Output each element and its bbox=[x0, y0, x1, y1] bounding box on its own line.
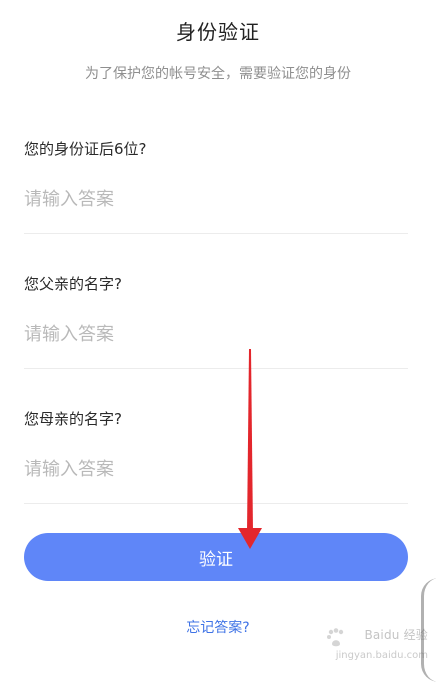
divider bbox=[24, 368, 408, 369]
question-mother-name-label: 您母亲的名字? bbox=[24, 410, 122, 428]
answer-input-id-last6[interactable] bbox=[24, 184, 408, 214]
baidu-watermark: Baidu 经验 jingyan.baidu.com bbox=[316, 626, 428, 672]
divider bbox=[24, 233, 408, 234]
watermark-domain: jingyan.baidu.com bbox=[335, 650, 428, 661]
page-title: 身份验证 bbox=[176, 20, 260, 44]
page-subtitle: 为了保护您的帐号安全，需要验证您的身份 bbox=[85, 66, 351, 82]
verify-button[interactable]: 验证 bbox=[24, 533, 408, 581]
verify-button-label: 验证 bbox=[199, 549, 233, 570]
question-id-last6-label: 您的身份证后6位? bbox=[24, 140, 147, 158]
divider bbox=[24, 503, 408, 504]
paw-icon bbox=[327, 628, 344, 647]
watermark-brand: Baidu 经验 bbox=[364, 628, 428, 642]
answer-input-father-name[interactable] bbox=[24, 319, 408, 349]
answer-input-mother-name[interactable] bbox=[24, 454, 408, 484]
question-father-name-label: 您父亲的名字? bbox=[24, 275, 122, 293]
